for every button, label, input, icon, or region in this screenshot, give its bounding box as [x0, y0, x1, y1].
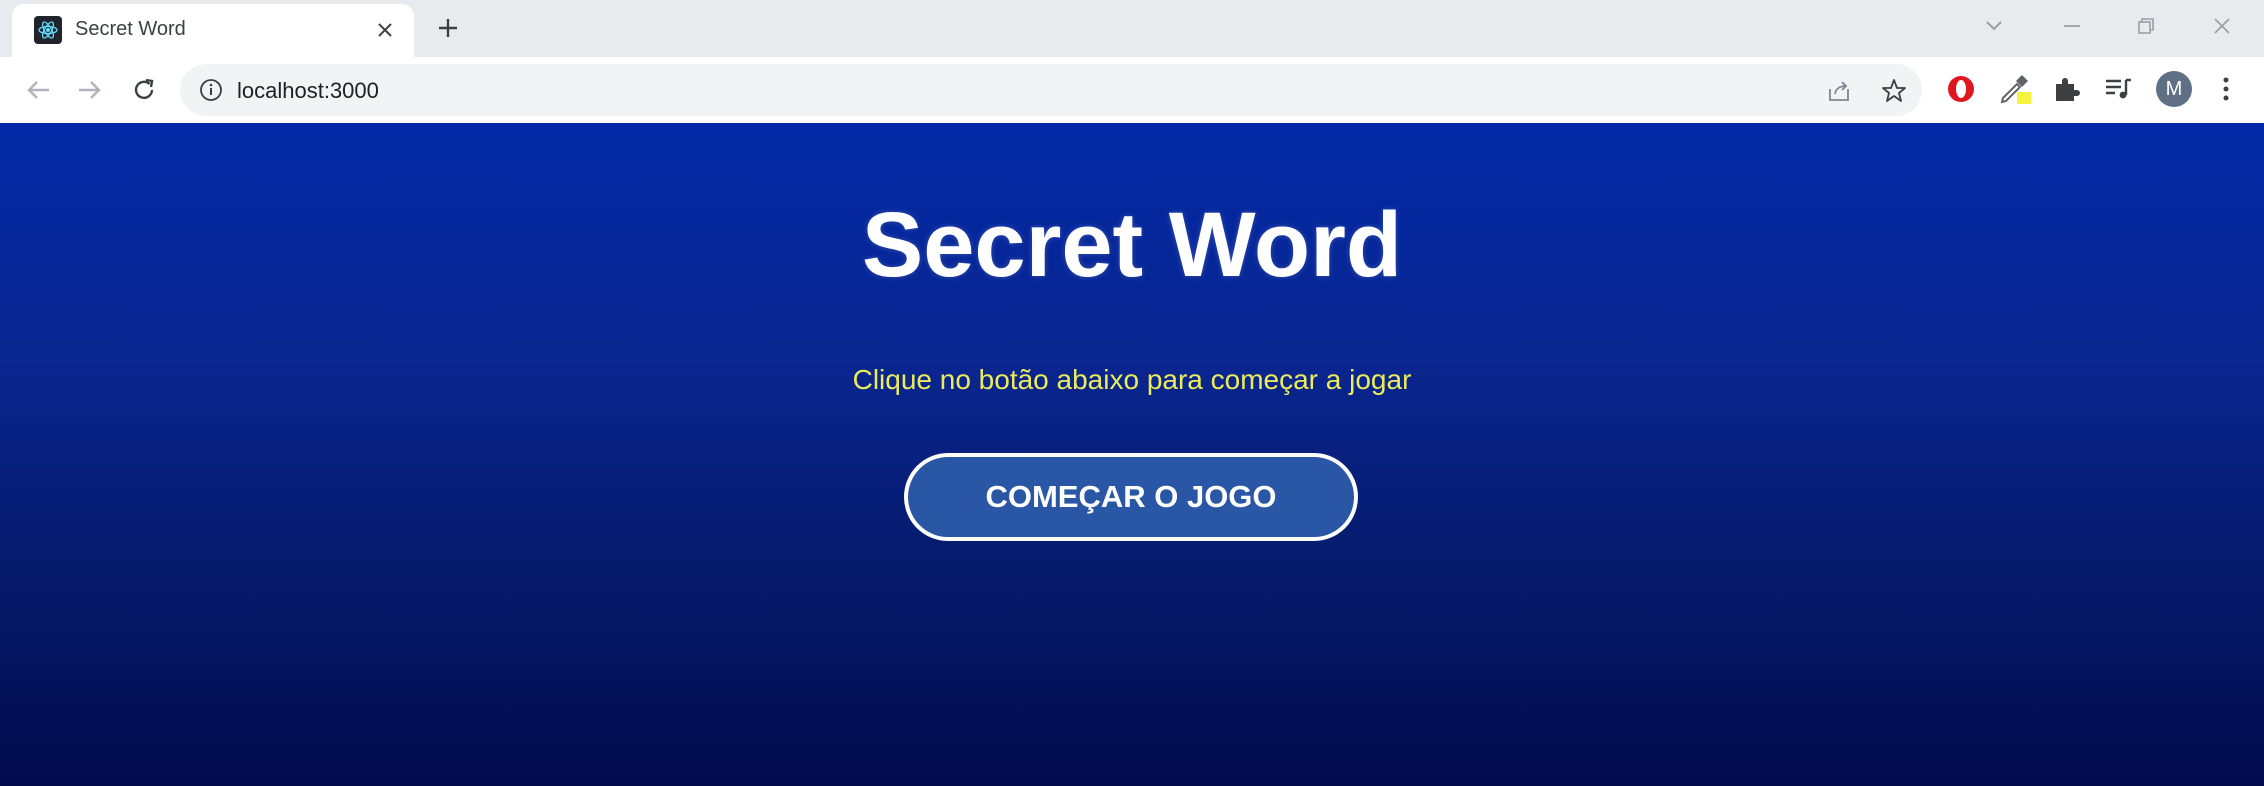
tab-secret-word[interactable]: Secret Word	[12, 4, 414, 57]
minimize-icon[interactable]	[2052, 8, 2092, 44]
page-title: Secret Word	[861, 194, 1403, 296]
tab-title: Secret Word	[75, 18, 186, 40]
browser-toolbar: localhost:3000 M	[0, 57, 2264, 123]
forward-arrow-icon[interactable]	[71, 71, 109, 109]
restore-icon[interactable]	[2126, 8, 2166, 44]
page-viewport: Secret Word Clique no botão abaixo para …	[0, 123, 2264, 786]
puzzle-icon[interactable]	[2048, 71, 2084, 107]
share-icon[interactable]	[1825, 77, 1853, 105]
eyedropper-icon[interactable]	[1996, 71, 2032, 107]
react-logo-icon	[34, 16, 62, 44]
page-subtitle: Clique no botão abaixo para começar a jo…	[852, 364, 1412, 395]
start-game-button[interactable]: COMEÇAR O JOGO	[904, 453, 1358, 541]
opera-icon[interactable]	[1943, 71, 1979, 107]
back-arrow-icon[interactable]	[19, 71, 57, 109]
info-icon[interactable]	[198, 77, 224, 103]
url-text: localhost:3000	[237, 78, 379, 103]
chevron-down-icon[interactable]	[1974, 8, 2014, 44]
close-icon[interactable]	[372, 17, 398, 43]
address-bar[interactable]: localhost:3000	[180, 64, 1922, 116]
star-icon[interactable]	[1880, 77, 1908, 105]
reload-icon[interactable]	[125, 71, 163, 109]
kebab-menu-icon[interactable]	[2208, 71, 2244, 107]
tab-strip: Secret Word	[0, 0, 2264, 57]
plus-icon[interactable]	[432, 12, 464, 44]
profile-avatar[interactable]: M	[2156, 71, 2192, 107]
browser-window: Secret Word localhost:3000 M Secret Word…	[0, 0, 2264, 786]
close-icon[interactable]	[2202, 8, 2242, 44]
media-queue-icon[interactable]	[2100, 71, 2136, 107]
